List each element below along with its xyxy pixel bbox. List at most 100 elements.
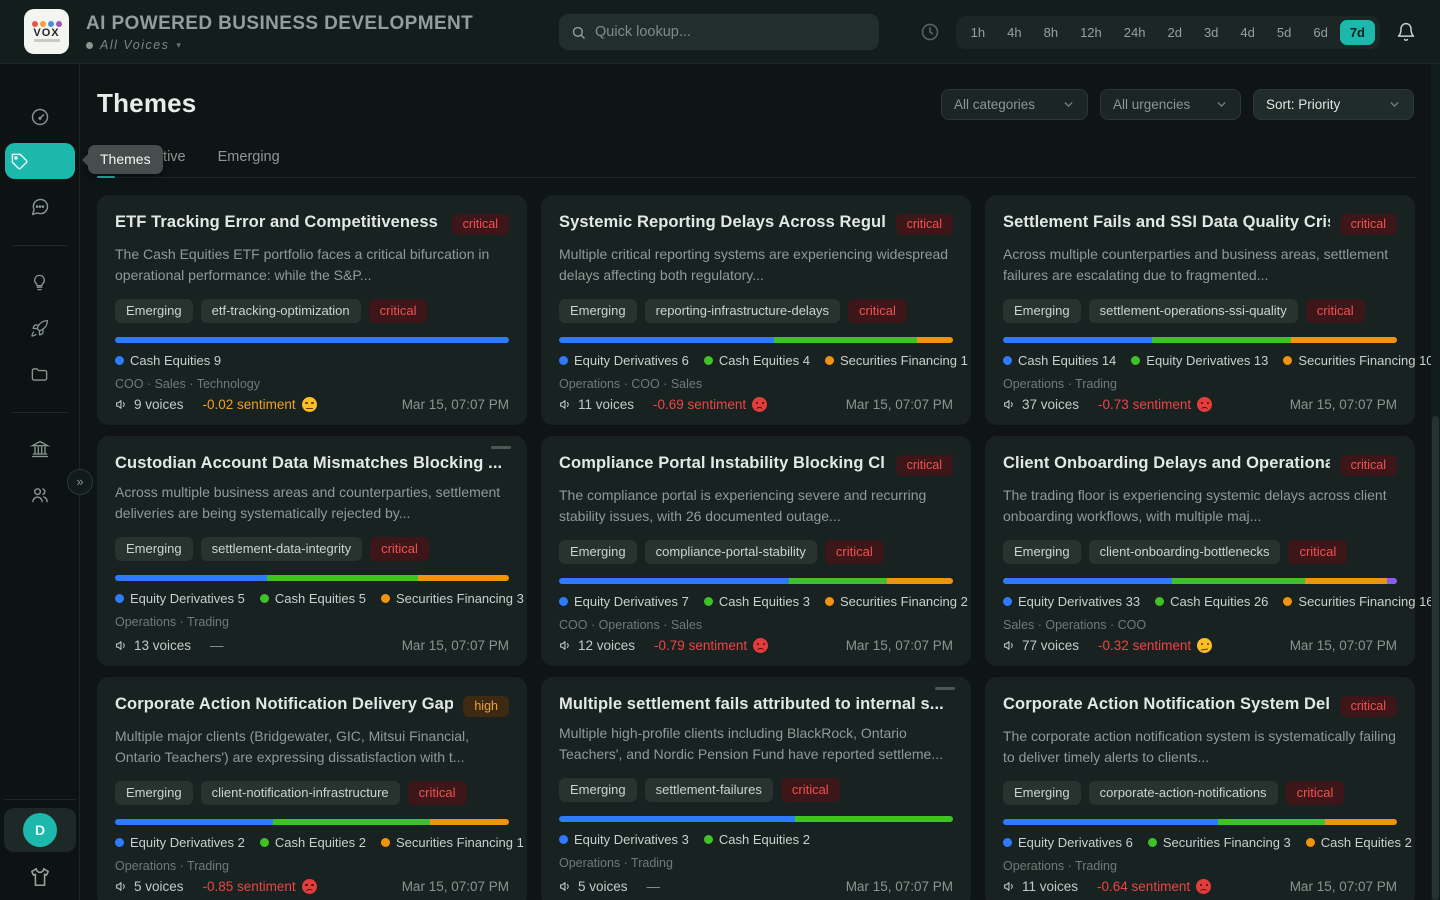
tag-critical[interactable]: critical bbox=[408, 781, 467, 805]
bar-segment bbox=[430, 819, 509, 825]
tag-emerging[interactable]: Emerging bbox=[1003, 781, 1081, 805]
bar-segment bbox=[115, 575, 267, 581]
tag-etf-tracking-optimization[interactable]: etf-tracking-optimization bbox=[201, 299, 361, 323]
sidebar-item-people[interactable] bbox=[20, 475, 60, 515]
notifications-bell-icon[interactable] bbox=[1396, 22, 1416, 42]
time-range-8h[interactable]: 8h bbox=[1034, 20, 1068, 45]
time-range-1h[interactable]: 1h bbox=[961, 20, 995, 45]
tag-client-onboarding-bottlenecks[interactable]: client-onboarding-bottlenecks bbox=[1089, 540, 1281, 564]
tag-settlement-operations-ssi-quality[interactable]: settlement-operations-ssi-quality bbox=[1089, 299, 1298, 323]
theme-card[interactable]: Settlement Fails and SSI Data Quality Cr… bbox=[985, 195, 1415, 425]
speaker-icon bbox=[115, 398, 128, 411]
tag-emerging[interactable]: Emerging bbox=[115, 299, 193, 323]
sentiment-value: — bbox=[647, 879, 661, 894]
card-description: Across multiple counterparties and busin… bbox=[1003, 244, 1397, 286]
tag-emerging[interactable]: Emerging bbox=[559, 299, 637, 323]
tag-critical[interactable]: critical bbox=[781, 778, 840, 802]
category-bar bbox=[1003, 578, 1397, 584]
tag-critical[interactable]: critical bbox=[848, 299, 907, 323]
time-range-5d[interactable]: 5d bbox=[1267, 20, 1301, 45]
category-bar bbox=[559, 578, 953, 584]
quick-lookup-search[interactable] bbox=[559, 14, 879, 50]
tag-critical[interactable]: critical bbox=[1286, 781, 1345, 805]
tag-critical[interactable]: critical bbox=[825, 540, 884, 564]
categories-filter-dropdown[interactable]: All categories bbox=[941, 89, 1088, 120]
theme-card[interactable]: Systemic Reporting Delays Across Regulat… bbox=[541, 195, 971, 425]
sidebar-item-conversations[interactable] bbox=[20, 187, 60, 227]
tag-corporate-action-notifications[interactable]: corporate-action-notifications bbox=[1089, 781, 1278, 805]
theme-card[interactable]: Corporate Action Notification Delivery G… bbox=[97, 677, 527, 900]
sidebar-expand-button[interactable]: » bbox=[67, 469, 93, 495]
chat-icon bbox=[30, 197, 50, 217]
legend-item: Securities Financing 3 bbox=[381, 591, 524, 606]
sidebar-item-institutions[interactable] bbox=[20, 429, 60, 469]
voices-label: All Voices bbox=[100, 38, 169, 52]
bar-segment bbox=[559, 337, 774, 343]
search-input[interactable] bbox=[595, 24, 867, 40]
card-tags: Emerging reporting-infrastructure-delays c… bbox=[559, 299, 953, 323]
sort-dropdown[interactable]: Sort: Priority bbox=[1253, 89, 1414, 120]
sidebar-item-launch[interactable] bbox=[20, 308, 60, 348]
card-description: The Cash Equities ETF portfolio faces a … bbox=[115, 244, 509, 286]
time-range-4h[interactable]: 4h bbox=[997, 20, 1031, 45]
sidebar-item-ideas[interactable] bbox=[20, 262, 60, 302]
tshirt-icon[interactable] bbox=[29, 866, 51, 888]
time-range-24h[interactable]: 24h bbox=[1114, 20, 1156, 45]
sidebar-item-themes[interactable] bbox=[5, 143, 75, 179]
user-avatar-button[interactable]: D bbox=[4, 808, 76, 852]
theme-card[interactable]: Compliance Portal Instability Blocking C… bbox=[541, 436, 971, 666]
time-range-6d[interactable]: 6d bbox=[1303, 20, 1337, 45]
time-range-7d[interactable]: 7d bbox=[1340, 20, 1375, 45]
legend-dot-icon bbox=[1283, 356, 1292, 365]
tag-emerging[interactable]: Emerging bbox=[1003, 299, 1081, 323]
tag-reporting-infrastructure-delays[interactable]: reporting-infrastructure-delays bbox=[645, 299, 840, 323]
legend-item: Equity Derivatives 6 bbox=[559, 353, 689, 368]
card-tags: Emerging etf-tracking-optimization critica… bbox=[115, 299, 509, 323]
tag-emerging[interactable]: Emerging bbox=[559, 540, 637, 564]
card-departments: Operations · Trading bbox=[559, 856, 953, 870]
scrollbar-thumb[interactable] bbox=[1432, 416, 1439, 900]
tag-emerging[interactable]: Emerging bbox=[1003, 540, 1081, 564]
speaker-icon bbox=[1003, 880, 1016, 893]
theme-card[interactable]: ETF Tracking Error and Competitiveness A… bbox=[97, 195, 527, 425]
time-range-4d[interactable]: 4d bbox=[1230, 20, 1264, 45]
tag-emerging[interactable]: Emerging bbox=[115, 537, 193, 561]
time-range-12h[interactable]: 12h bbox=[1070, 20, 1112, 45]
tag-critical[interactable]: critical bbox=[369, 299, 428, 323]
sidebar-item-files[interactable] bbox=[20, 354, 60, 394]
tag-critical[interactable]: critical bbox=[1306, 299, 1365, 323]
time-range-2d[interactable]: 2d bbox=[1157, 20, 1191, 45]
voices-count: 5 voices bbox=[559, 879, 628, 894]
people-icon bbox=[30, 485, 50, 505]
sidebar-item-dashboard[interactable] bbox=[20, 97, 60, 137]
urgency-badge: critical bbox=[896, 214, 953, 235]
tag-emerging[interactable]: Emerging bbox=[115, 781, 193, 805]
vox-logo[interactable]: VOX bbox=[24, 9, 69, 54]
legend-dot-icon bbox=[704, 356, 713, 365]
tag-critical[interactable]: critical bbox=[370, 537, 429, 561]
voices-count: 37 voices bbox=[1003, 397, 1079, 412]
tag-critical[interactable]: critical bbox=[1288, 540, 1347, 564]
time-range-3d[interactable]: 3d bbox=[1194, 20, 1228, 45]
urgencies-filter-label: All urgencies bbox=[1113, 97, 1190, 112]
urgencies-filter-dropdown[interactable]: All urgencies bbox=[1100, 89, 1241, 120]
theme-card[interactable]: Client Onboarding Delays and Operational… bbox=[985, 436, 1415, 666]
tag-settlement-failures[interactable]: settlement-failures bbox=[645, 778, 773, 802]
tag-compliance-portal-stability[interactable]: compliance-portal-stability bbox=[645, 540, 817, 564]
legend-dot-icon bbox=[704, 835, 713, 844]
theme-card[interactable]: Corporate Action Notification System Del… bbox=[985, 677, 1415, 900]
category-bar bbox=[115, 337, 509, 343]
tab-emerging[interactable]: Emerging bbox=[217, 149, 281, 177]
voices-count: 12 voices bbox=[559, 638, 635, 653]
card-dash bbox=[935, 687, 955, 690]
theme-card[interactable]: Custodian Account Data Mismatches Blocki… bbox=[97, 436, 527, 666]
theme-card[interactable]: Multiple settlement fails attributed to … bbox=[541, 677, 971, 900]
tag-client-notification-infrastructure[interactable]: client-notification-infrastructure bbox=[201, 781, 400, 805]
tag-emerging[interactable]: Emerging bbox=[559, 778, 637, 802]
card-departments: COO · Sales · Technology bbox=[115, 377, 509, 391]
tag-settlement-data-integrity[interactable]: settlement-data-integrity bbox=[201, 537, 362, 561]
category-legend: Cash Equities 9 bbox=[115, 353, 509, 368]
urgency-badge: critical bbox=[452, 214, 509, 235]
voices-selector[interactable]: All Voices ▾ bbox=[86, 38, 473, 52]
voices-count: 77 voices bbox=[1003, 638, 1079, 653]
